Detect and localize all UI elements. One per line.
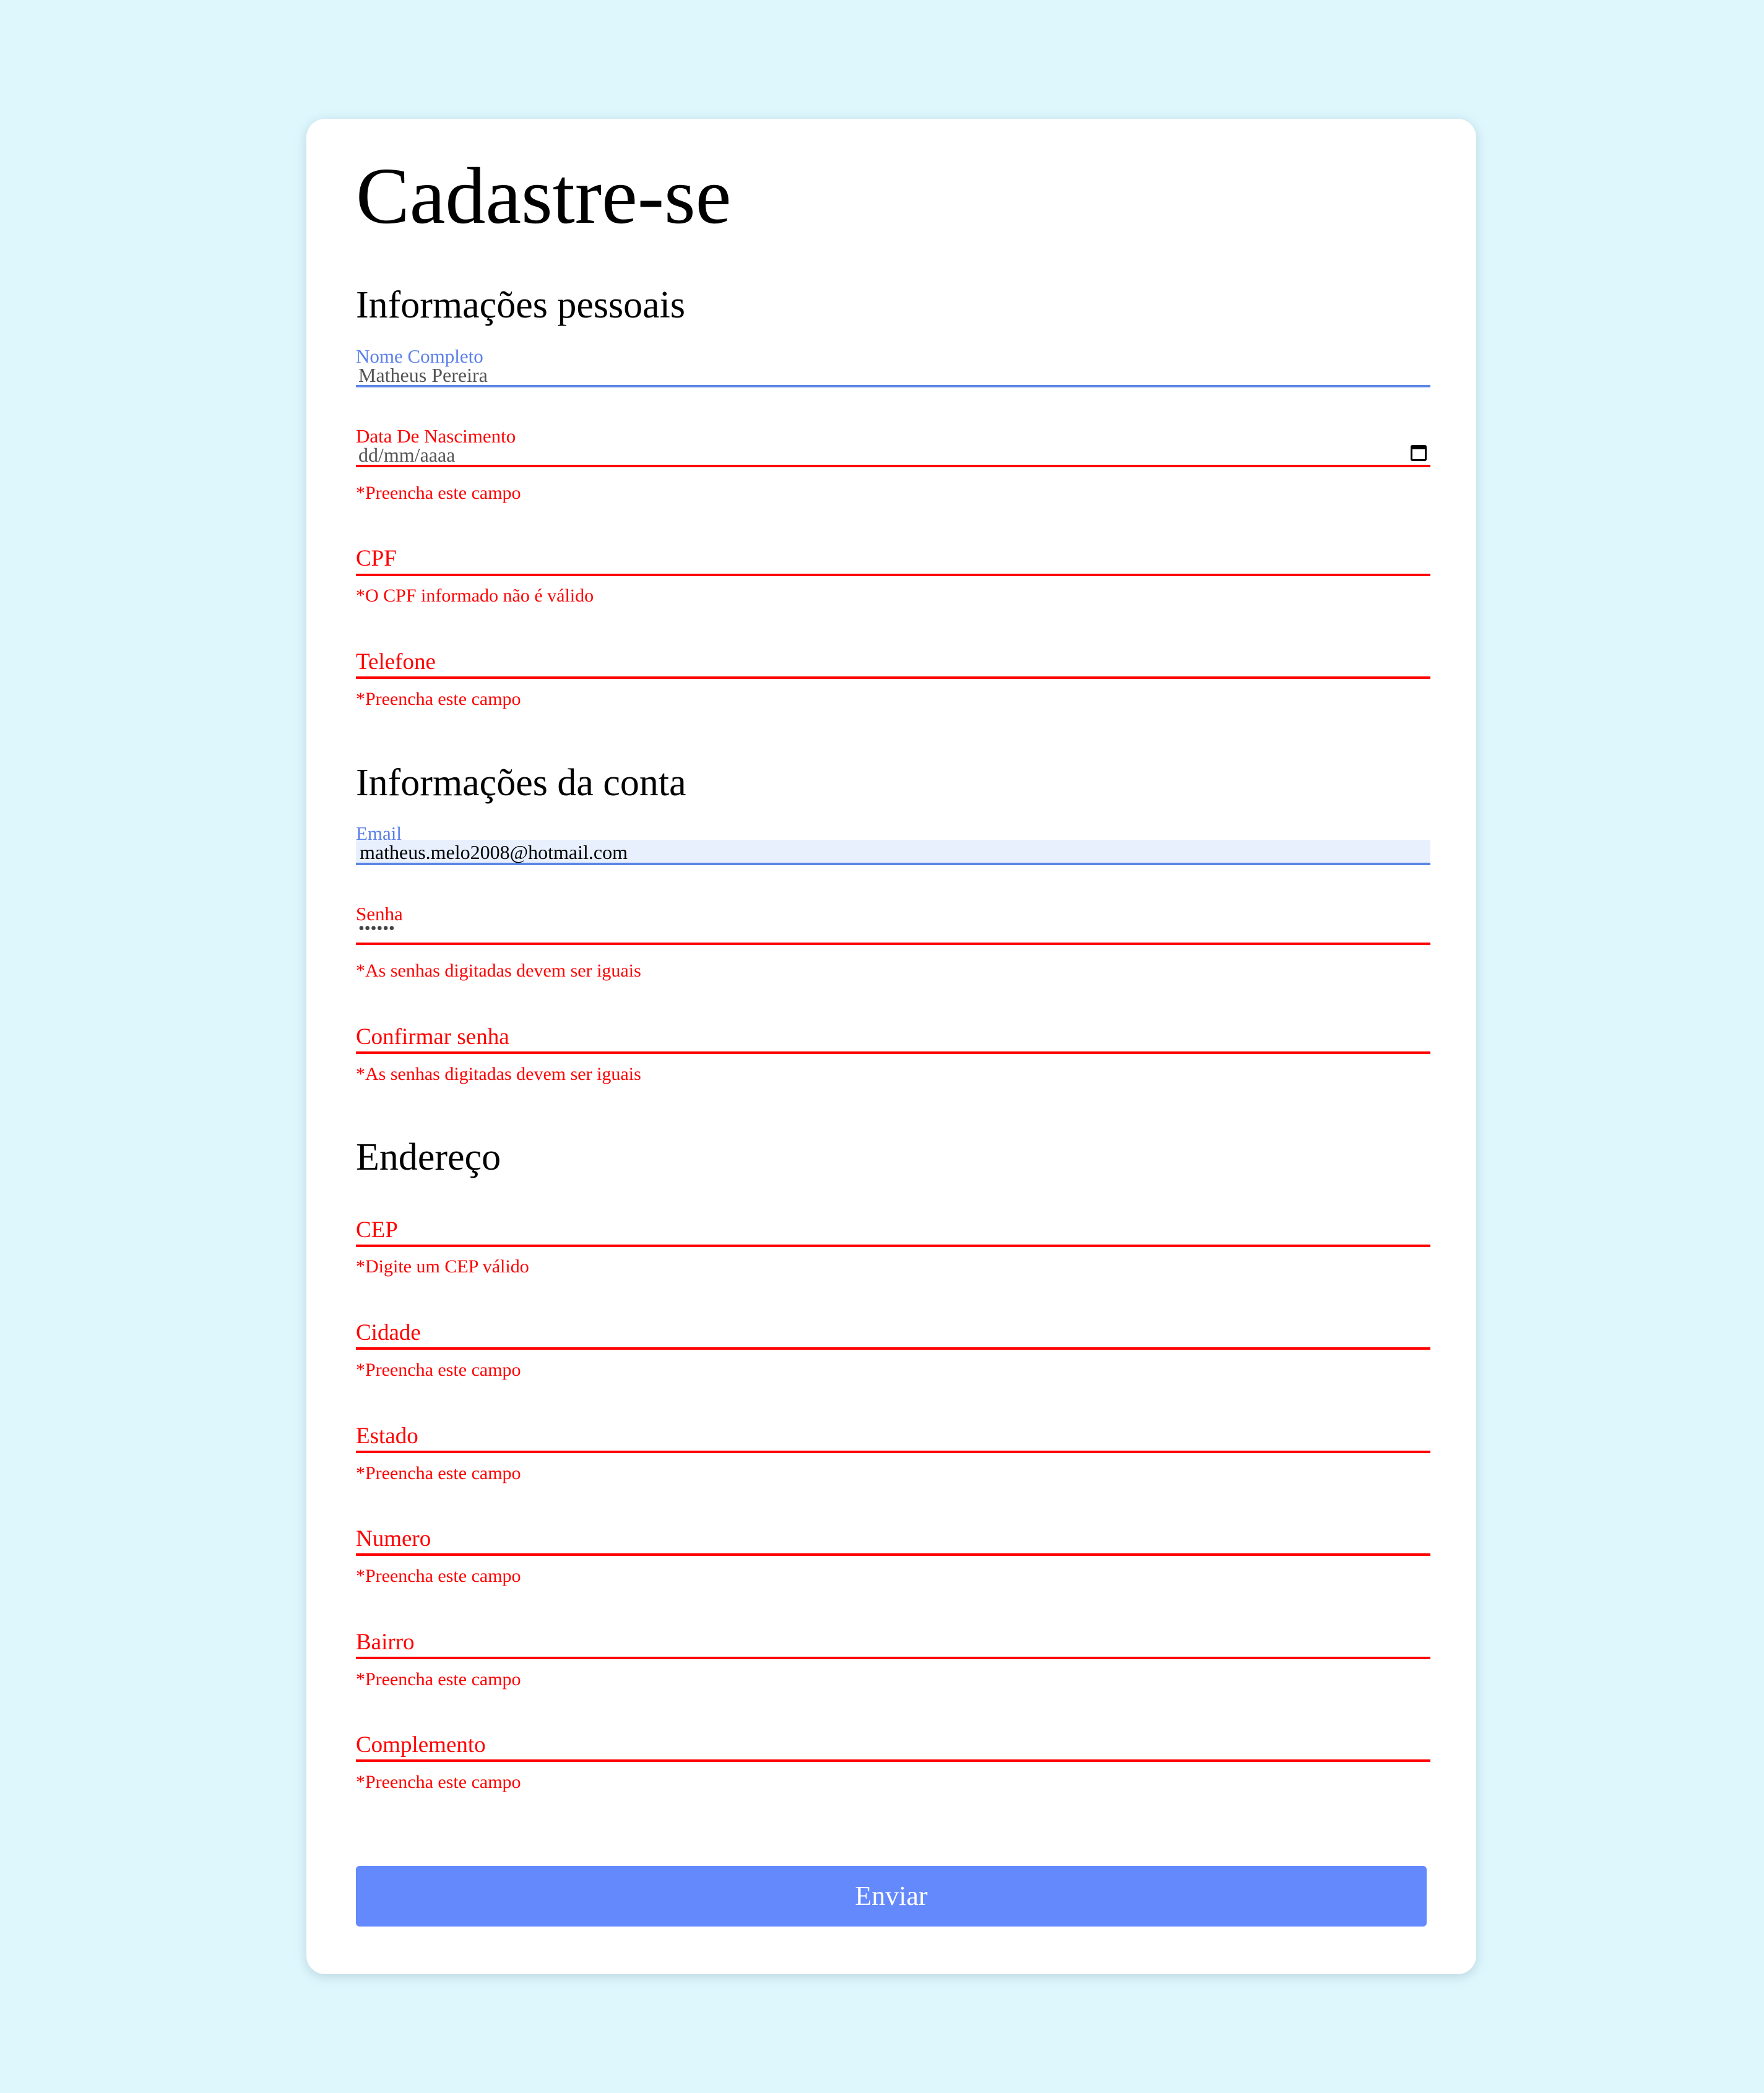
cidade-underline xyxy=(356,1347,1430,1350)
senha-field[interactable]: Senha •••••• xyxy=(356,904,1430,945)
confirmar-senha-field[interactable]: Confirmar senha xyxy=(356,1025,1430,1056)
bairro-error: *Preencha este campo xyxy=(356,1669,521,1690)
signup-card: Cadastre-se Informações pessoais Nome Co… xyxy=(306,119,1476,1974)
cpf-error: *O CPF informado não é válido xyxy=(356,585,594,606)
cep-error: *Digite um CEP válido xyxy=(356,1256,529,1277)
cidade-error: *Preencha este campo xyxy=(356,1360,521,1380)
cpf-underline xyxy=(356,574,1430,576)
bairro-underline xyxy=(356,1657,1430,1659)
email-underline xyxy=(356,863,1430,865)
estado-field[interactable]: Estado xyxy=(356,1425,1430,1456)
cidade-label: Cidade xyxy=(356,1320,421,1345)
estado-label: Estado xyxy=(356,1423,418,1449)
cpf-field[interactable]: CPF xyxy=(356,547,1430,578)
nascimento-input[interactable]: dd/mm/aaaa xyxy=(358,445,455,465)
nome-field[interactable]: Nome Completo Matheus Pereira xyxy=(356,347,1430,387)
estado-underline xyxy=(356,1451,1430,1453)
nascimento-error: *Preencha este campo xyxy=(356,483,521,503)
complemento-underline xyxy=(356,1759,1430,1762)
numero-error: *Preencha este campo xyxy=(356,1566,521,1586)
confirmar-senha-label: Confirmar senha xyxy=(356,1024,509,1050)
senha-input[interactable]: •••••• xyxy=(358,920,395,938)
cep-underline xyxy=(356,1245,1430,1247)
confirmar-senha-underline xyxy=(356,1051,1430,1054)
cpf-label: CPF xyxy=(356,546,397,571)
nascimento-label: Data De Nascimento xyxy=(356,425,516,447)
cep-label: CEP xyxy=(356,1217,398,1243)
senha-error: *As senhas digitadas devem ser iguais xyxy=(356,960,641,981)
telefone-field[interactable]: Telefone xyxy=(356,650,1430,681)
nascimento-underline xyxy=(356,465,1430,467)
bairro-field[interactable]: Bairro xyxy=(356,1631,1430,1662)
nome-label: Nome Completo xyxy=(356,345,483,367)
numero-field[interactable]: Numero xyxy=(356,1527,1430,1558)
cidade-field[interactable]: Cidade xyxy=(356,1321,1430,1352)
section-title-address: Endereço xyxy=(356,1136,501,1178)
numero-underline xyxy=(356,1553,1430,1556)
email-input[interactable]: matheus.melo2008@hotmail.com xyxy=(360,842,628,862)
estado-error: *Preencha este campo xyxy=(356,1463,521,1483)
nome-underline xyxy=(356,385,1430,387)
page-title: Cadastre-se xyxy=(356,152,732,241)
numero-label: Numero xyxy=(356,1526,431,1551)
complemento-error: *Preencha este campo xyxy=(356,1772,521,1792)
complemento-field[interactable]: Complemento xyxy=(356,1733,1430,1764)
complemento-label: Complemento xyxy=(356,1732,486,1758)
section-title-personal: Informações pessoais xyxy=(356,284,685,326)
telefone-underline xyxy=(356,676,1430,679)
cep-field[interactable]: CEP xyxy=(356,1219,1430,1249)
telefone-label: Telefone xyxy=(356,649,436,675)
calendar-icon[interactable] xyxy=(1411,445,1427,461)
nome-input[interactable]: Matheus Pereira xyxy=(358,365,488,385)
section-title-account: Informações da conta xyxy=(356,762,686,804)
telefone-error: *Preencha este campo xyxy=(356,689,521,709)
confirmar-senha-error: *As senhas digitadas devem ser iguais xyxy=(356,1064,641,1084)
email-field[interactable]: Email matheus.melo2008@hotmail.com xyxy=(356,824,1430,865)
nascimento-field[interactable]: Data De Nascimento dd/mm/aaaa xyxy=(356,426,1430,467)
bairro-label: Bairro xyxy=(356,1629,415,1655)
submit-button[interactable]: Enviar xyxy=(356,1866,1427,1927)
senha-underline xyxy=(356,943,1430,945)
